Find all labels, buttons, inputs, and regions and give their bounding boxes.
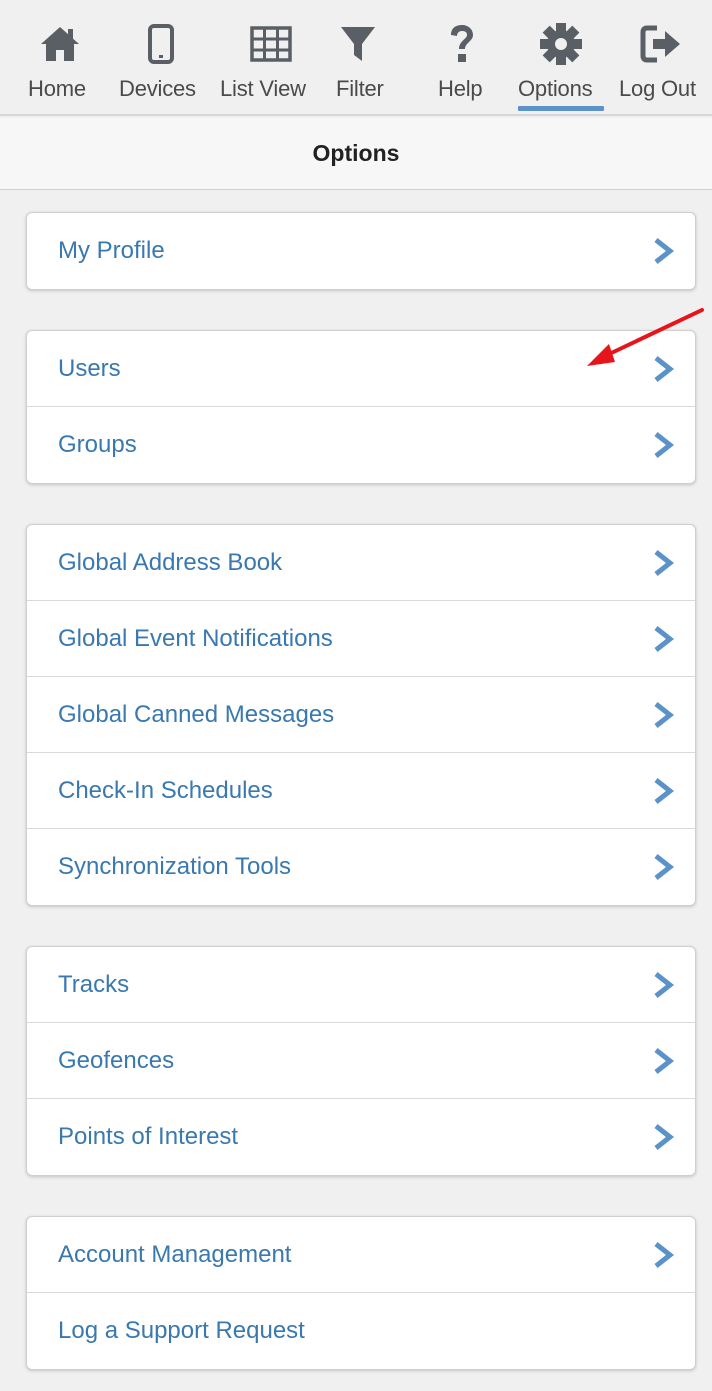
list-item-synchronization-tools[interactable]: Synchronization Tools [27,829,695,905]
list-item-label: Log a Support Request [58,1317,305,1344]
list-item-my-profile[interactable]: My Profile [27,213,695,289]
nav-label-help: Help [438,76,483,101]
chevron-right-icon [654,626,675,652]
sign-out-icon [637,20,685,68]
chevron-right-icon [654,854,675,880]
list-item-global-address-book[interactable]: Global Address Book [27,525,695,601]
nav-options-button[interactable]: Options [515,0,607,116]
list-item-label: Account Management [58,1241,292,1268]
list-item-label: Users [58,355,121,382]
list-item-label: Groups [58,431,137,458]
chevron-right-icon [654,702,675,728]
chevron-right-icon [654,972,675,998]
nav-label-filter: Filter [336,76,384,101]
page-header: Options [0,118,712,190]
list-item-points-of-interest[interactable]: Points of Interest [27,1099,695,1175]
options-group-account: Account Management Log a Support Request [26,1216,696,1370]
annotation-arrow-icon [587,308,704,366]
nav-label-devices: Devices [119,76,196,101]
list-item-label: Global Address Book [58,549,283,576]
list-item-account-management[interactable]: Account Management [27,1217,695,1293]
chevron-right-icon [654,778,675,804]
chevron-right-icon [654,238,675,264]
list-item-tracks[interactable]: Tracks [27,947,695,1023]
list-item-label: My Profile [58,237,165,264]
list-item-global-canned-messages[interactable]: Global Canned Messages [27,677,695,753]
list-item-geofences[interactable]: Geofences [27,1023,695,1099]
list-item-log-support-request[interactable]: Log a Support Request [27,1293,695,1369]
list-item-global-event-notifications[interactable]: Global Event Notifications [27,601,695,677]
list-item-label: Global Event Notifications [58,625,333,652]
nav-log-out-button[interactable]: Log Out [613,0,709,116]
chevron-right-icon [654,432,675,458]
chevron-right-icon [654,550,675,576]
home-icon [36,20,84,68]
nav-list-view-button[interactable]: List View [218,0,320,116]
nav-help-button[interactable]: Help [428,0,498,116]
chevron-right-icon [654,1124,675,1150]
list-item-label: Points of Interest [58,1123,239,1150]
nav-devices-button[interactable]: Devices [115,0,215,116]
nav-filter-button[interactable]: Filter [322,0,402,116]
question-mark-icon [438,20,486,68]
options-page: Home Devices List View Filter Help Optio… [0,0,712,1391]
filter-funnel-icon [334,20,382,68]
options-group-global: Global Address Book Global Event Notific… [26,524,696,906]
nav-label-log-out: Log Out [619,76,696,101]
nav-home-button[interactable]: Home [10,0,110,116]
chevron-right-icon [654,1048,675,1074]
chevron-right-icon [654,1242,675,1268]
list-item-check-in-schedules[interactable]: Check-In Schedules [27,753,695,829]
page-title: Options [312,140,400,166]
nav-label-home: Home [28,76,86,101]
grid-table-icon [247,20,295,68]
nav-label-list-view: List View [220,76,306,101]
list-item-label: Global Canned Messages [58,701,335,728]
list-item-label: Check-In Schedules [58,777,273,804]
mobile-device-icon [137,20,185,68]
gear-icon [537,20,585,68]
nav-label-options: Options [518,76,593,101]
list-item-label: Geofences [58,1047,175,1074]
list-item-label: Synchronization Tools [58,853,292,880]
list-item-groups[interactable]: Groups [27,407,695,483]
active-tab-indicator [518,106,604,111]
top-toolbar: Home Devices List View Filter Help Optio… [0,0,712,116]
list-item-label: Tracks [58,971,130,998]
options-group-map: Tracks Geofences Points of Interest [26,946,696,1176]
options-group-profile: My Profile [26,212,696,290]
